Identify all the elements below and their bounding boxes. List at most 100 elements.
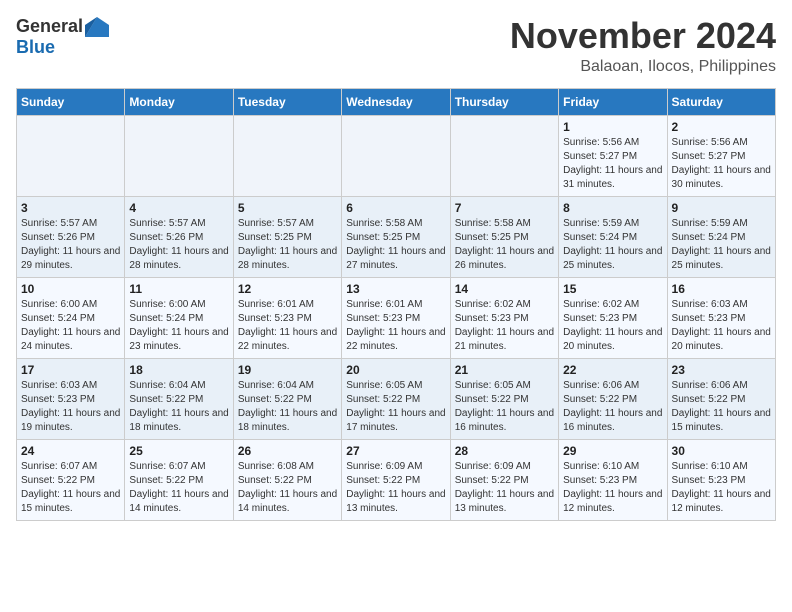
day-info: Sunrise: 5:56 AM Sunset: 5:27 PM Dayligh… xyxy=(672,136,771,192)
day-number: 14 xyxy=(455,282,554,296)
day-info: Sunrise: 5:58 AM Sunset: 5:25 PM Dayligh… xyxy=(346,217,445,273)
day-number: 29 xyxy=(563,444,662,458)
day-info: Sunrise: 6:06 AM Sunset: 5:22 PM Dayligh… xyxy=(672,379,771,435)
calendar-day-cell xyxy=(450,115,558,196)
day-info: Sunrise: 6:09 AM Sunset: 5:22 PM Dayligh… xyxy=(455,460,554,516)
day-info: Sunrise: 6:10 AM Sunset: 5:23 PM Dayligh… xyxy=(672,460,771,516)
day-number: 9 xyxy=(672,201,771,215)
day-number: 5 xyxy=(238,201,337,215)
calendar-weekday-header: Thursday xyxy=(450,88,558,115)
calendar-day-cell: 6 Sunrise: 5:58 AM Sunset: 5:25 PM Daylig… xyxy=(342,196,450,277)
calendar-day-cell: 3 Sunrise: 5:57 AM Sunset: 5:26 PM Daylig… xyxy=(17,196,125,277)
day-info: Sunrise: 6:01 AM Sunset: 5:23 PM Dayligh… xyxy=(238,298,337,354)
calendar-day-cell: 10 Sunrise: 6:00 AM Sunset: 5:24 PM Dayli… xyxy=(17,277,125,358)
day-info: Sunrise: 5:59 AM Sunset: 5:24 PM Dayligh… xyxy=(672,217,771,273)
calendar-day-cell: 1 Sunrise: 5:56 AM Sunset: 5:27 PM Daylig… xyxy=(559,115,667,196)
day-info: Sunrise: 6:06 AM Sunset: 5:22 PM Dayligh… xyxy=(563,379,662,435)
calendar-day-cell: 7Sunrise: 5:58 AM Sunset: 5:25 PM Daylig… xyxy=(450,196,558,277)
day-number: 15 xyxy=(563,282,662,296)
calendar-day-cell: 16 Sunrise: 6:03 AM Sunset: 5:23 PM Dayli… xyxy=(667,277,775,358)
day-number: 10 xyxy=(21,282,120,296)
day-number: 17 xyxy=(21,363,120,377)
day-info: Sunrise: 6:08 AM Sunset: 5:22 PM Dayligh… xyxy=(238,460,337,516)
day-info: Sunrise: 6:05 AM Sunset: 5:22 PM Dayligh… xyxy=(455,379,554,435)
calendar-day-cell: 29 Sunrise: 6:10 AM Sunset: 5:23 PM Dayli… xyxy=(559,439,667,520)
day-number: 20 xyxy=(346,363,445,377)
day-number: 28 xyxy=(455,444,554,458)
day-info: Sunrise: 5:56 AM Sunset: 5:27 PM Dayligh… xyxy=(563,136,662,192)
calendar-day-cell: 4 Sunrise: 5:57 AM Sunset: 5:26 PM Daylig… xyxy=(125,196,233,277)
calendar-day-cell: 28 Sunrise: 6:09 AM Sunset: 5:22 PM Dayli… xyxy=(450,439,558,520)
day-info: Sunrise: 6:07 AM Sunset: 5:22 PM Dayligh… xyxy=(129,460,228,516)
day-info: Sunrise: 6:05 AM Sunset: 5:22 PM Dayligh… xyxy=(346,379,445,435)
calendar-weekday-header: Saturday xyxy=(667,88,775,115)
calendar-day-cell: 15 Sunrise: 6:02 AM Sunset: 5:23 PM Dayli… xyxy=(559,277,667,358)
calendar-week-row: 17 Sunrise: 6:03 AM Sunset: 5:23 PM Dayli… xyxy=(17,358,776,439)
calendar-day-cell: 13Sunrise: 6:01 AM Sunset: 5:23 PM Dayli… xyxy=(342,277,450,358)
calendar-day-cell: 11Sunrise: 6:00 AM Sunset: 5:24 PM Dayli… xyxy=(125,277,233,358)
calendar-day-cell: 14 Sunrise: 6:02 AM Sunset: 5:23 PM Dayli… xyxy=(450,277,558,358)
month-title: November 2024 xyxy=(510,16,776,56)
day-info: Sunrise: 6:10 AM Sunset: 5:23 PM Dayligh… xyxy=(563,460,662,516)
day-number: 1 xyxy=(563,120,662,134)
day-number: 22 xyxy=(563,363,662,377)
day-info: Sunrise: 6:03 AM Sunset: 5:23 PM Dayligh… xyxy=(672,298,771,354)
day-number: 6 xyxy=(346,201,445,215)
logo-general-text: General xyxy=(16,16,83,37)
calendar-day-cell: 5 Sunrise: 5:57 AM Sunset: 5:25 PM Daylig… xyxy=(233,196,341,277)
calendar-day-cell: 19Sunrise: 6:04 AM Sunset: 5:22 PM Dayli… xyxy=(233,358,341,439)
day-info: Sunrise: 6:07 AM Sunset: 5:22 PM Dayligh… xyxy=(21,460,120,516)
day-number: 4 xyxy=(129,201,228,215)
calendar-day-cell xyxy=(342,115,450,196)
day-number: 3 xyxy=(21,201,120,215)
calendar-day-cell: 2 Sunrise: 5:56 AM Sunset: 5:27 PM Daylig… xyxy=(667,115,775,196)
calendar-weekday-header: Tuesday xyxy=(233,88,341,115)
calendar-day-cell: 22 Sunrise: 6:06 AM Sunset: 5:22 PM Dayli… xyxy=(559,358,667,439)
day-number: 24 xyxy=(21,444,120,458)
day-info: Sunrise: 6:02 AM Sunset: 5:23 PM Dayligh… xyxy=(563,298,662,354)
day-number: 11 xyxy=(129,282,228,296)
day-info: Sunrise: 6:04 AM Sunset: 5:22 PM Dayligh… xyxy=(238,379,337,435)
calendar-day-cell xyxy=(233,115,341,196)
day-number: 30 xyxy=(672,444,771,458)
logo: General Blue xyxy=(16,16,109,58)
day-info: Sunrise: 5:57 AM Sunset: 5:26 PM Dayligh… xyxy=(21,217,120,273)
calendar-day-cell xyxy=(17,115,125,196)
day-info: Sunrise: 5:59 AM Sunset: 5:24 PM Dayligh… xyxy=(563,217,662,273)
calendar-day-cell: 27 Sunrise: 6:09 AM Sunset: 5:22 PM Dayli… xyxy=(342,439,450,520)
day-info: Sunrise: 6:03 AM Sunset: 5:23 PM Dayligh… xyxy=(21,379,120,435)
day-info: Sunrise: 6:02 AM Sunset: 5:23 PM Dayligh… xyxy=(455,298,554,354)
calendar-week-row: 10 Sunrise: 6:00 AM Sunset: 5:24 PM Dayli… xyxy=(17,277,776,358)
calendar-day-cell: 8 Sunrise: 5:59 AM Sunset: 5:24 PM Daylig… xyxy=(559,196,667,277)
calendar-day-cell: 20 Sunrise: 6:05 AM Sunset: 5:22 PM Dayli… xyxy=(342,358,450,439)
day-number: 18 xyxy=(129,363,228,377)
calendar-day-cell: 12Sunrise: 6:01 AM Sunset: 5:23 PM Dayli… xyxy=(233,277,341,358)
logo-blue-text: Blue xyxy=(16,37,55,58)
day-number: 21 xyxy=(455,363,554,377)
day-info: Sunrise: 6:09 AM Sunset: 5:22 PM Dayligh… xyxy=(346,460,445,516)
day-number: 8 xyxy=(563,201,662,215)
day-number: 16 xyxy=(672,282,771,296)
calendar-weekday-header: Monday xyxy=(125,88,233,115)
day-number: 7 xyxy=(455,201,554,215)
title-block: November 2024 Balaoan, Ilocos, Philippin… xyxy=(510,16,776,76)
calendar-weekday-header: Sunday xyxy=(17,88,125,115)
calendar-day-cell: 24 Sunrise: 6:07 AM Sunset: 5:22 PM Dayli… xyxy=(17,439,125,520)
calendar-day-cell: 18Sunrise: 6:04 AM Sunset: 5:22 PM Dayli… xyxy=(125,358,233,439)
day-info: Sunrise: 5:57 AM Sunset: 5:25 PM Dayligh… xyxy=(238,217,337,273)
calendar-header-row: SundayMondayTuesdayWednesdayThursdayFrid… xyxy=(17,88,776,115)
day-info: Sunrise: 5:57 AM Sunset: 5:26 PM Dayligh… xyxy=(129,217,228,273)
day-number: 13 xyxy=(346,282,445,296)
day-info: Sunrise: 6:00 AM Sunset: 5:24 PM Dayligh… xyxy=(21,298,120,354)
calendar-day-cell xyxy=(125,115,233,196)
location-title: Balaoan, Ilocos, Philippines xyxy=(510,58,776,76)
day-number: 2 xyxy=(672,120,771,134)
day-number: 27 xyxy=(346,444,445,458)
day-number: 26 xyxy=(238,444,337,458)
calendar-table: SundayMondayTuesdayWednesdayThursdayFrid… xyxy=(16,88,776,521)
day-number: 23 xyxy=(672,363,771,377)
calendar-day-cell: 26 Sunrise: 6:08 AM Sunset: 5:22 PM Dayli… xyxy=(233,439,341,520)
calendar-weekday-header: Friday xyxy=(559,88,667,115)
page-header: General Blue November 2024 Balaoan, Iloc… xyxy=(16,16,776,76)
calendar-day-cell: 23 Sunrise: 6:06 AM Sunset: 5:22 PM Dayli… xyxy=(667,358,775,439)
